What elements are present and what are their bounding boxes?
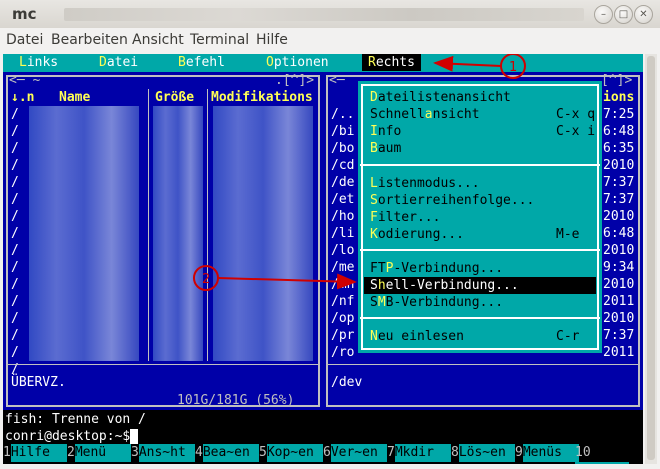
terminal-window: mc – □ ✕ Datei Bearbeiten Ansicht Termin… (0, 0, 660, 469)
annotation-label-1: 1 (509, 60, 517, 75)
close-icon[interactable]: ✕ (634, 5, 653, 24)
annotation-arrow-1 (433, 55, 502, 72)
menu-bar: Datei Bearbeiten Ansicht Terminal Hilfe (0, 28, 660, 52)
terminal-area[interactable]: Links Datei Befehl Optionen Rechts <─ ~ … (3, 54, 643, 464)
maximize-icon[interactable]: □ (614, 5, 633, 24)
title-bar: mc – □ ✕ (0, 0, 660, 29)
menu-ansicht[interactable]: Ansicht (132, 32, 184, 48)
window-title: mc (12, 5, 37, 23)
menu-datei[interactable]: Datei (6, 32, 43, 48)
annotation-overlay: 1 2 (193, 54, 526, 291)
annotation-label-2: 2 (202, 272, 210, 287)
minimize-icon[interactable]: – (594, 5, 613, 24)
menu-terminal[interactable]: Terminal (190, 32, 249, 48)
scrollbar-thumb[interactable] (647, 56, 655, 460)
annotation-arrow-2 (217, 273, 357, 290)
title-blurred (64, 8, 584, 21)
terminal-scrollbar[interactable] (645, 54, 657, 464)
menu-hilfe[interactable]: Hilfe (256, 32, 288, 48)
menu-bearbeiten[interactable]: Bearbeiten (51, 32, 128, 48)
